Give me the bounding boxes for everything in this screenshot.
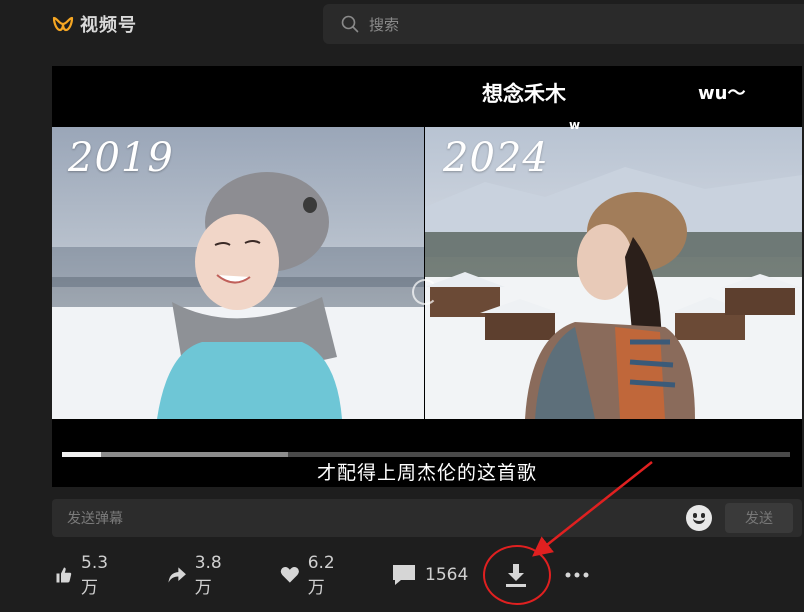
channels-logo-icon bbox=[52, 16, 74, 32]
share-count: 3.8万 bbox=[194, 552, 222, 598]
year-label-right: 2024 bbox=[443, 135, 549, 181]
video-frame-2024: 2024 bbox=[425, 127, 802, 419]
comment-button[interactable]: 1564 bbox=[391, 560, 468, 590]
video-w-mark: w bbox=[569, 118, 581, 132]
video-caption-title: 想念禾木 bbox=[482, 82, 566, 106]
favorite-count: 6.2万 bbox=[307, 552, 335, 598]
like-count: 5.3万 bbox=[81, 552, 109, 598]
emoji-icon[interactable] bbox=[686, 505, 712, 531]
heart-icon bbox=[280, 566, 299, 583]
brand[interactable]: 视频号 bbox=[52, 11, 137, 37]
video-progress-bar[interactable] bbox=[62, 452, 790, 457]
brand-name: 视频号 bbox=[80, 15, 137, 36]
favorite-button[interactable]: 6.2万 bbox=[280, 553, 341, 598]
more-dots-icon bbox=[565, 572, 589, 578]
annotation-circle bbox=[483, 545, 551, 605]
emoji-mouth bbox=[693, 518, 705, 524]
send-danmaku-button[interactable]: 发送 bbox=[725, 503, 793, 533]
progress-played bbox=[62, 452, 102, 457]
danmaku-placeholder: 发送弹幕 bbox=[67, 511, 123, 527]
search-placeholder: 搜索 bbox=[369, 15, 400, 34]
year-label-left: 2019 bbox=[68, 135, 174, 181]
loading-spinner-icon bbox=[412, 279, 438, 305]
video-caption-wu: wu〜 bbox=[698, 83, 746, 104]
share-arrow-icon bbox=[168, 567, 186, 583]
like-button[interactable]: 5.3万 bbox=[55, 553, 114, 598]
video-player[interactable]: 想念禾木 wu〜 2019 2024 w 才配得上周杰伦的这首歌 bbox=[52, 66, 802, 487]
channels-video-page: 视频号 搜索 想念禾木 wu〜 2019 2024 w 才配得上周杰伦的这首歌 … bbox=[0, 0, 804, 612]
video-frame-2019: 2019 bbox=[52, 127, 424, 419]
search-input[interactable]: 搜索 bbox=[323, 4, 804, 44]
more-button[interactable] bbox=[564, 560, 590, 590]
comment-icon bbox=[393, 565, 415, 585]
search-icon bbox=[341, 15, 359, 33]
comment-count: 1564 bbox=[425, 565, 469, 585]
share-button[interactable]: 3.8万 bbox=[167, 553, 228, 598]
video-subtitle: 才配得上周杰伦的这首歌 bbox=[316, 462, 537, 484]
thumbs-up-icon bbox=[56, 567, 72, 583]
